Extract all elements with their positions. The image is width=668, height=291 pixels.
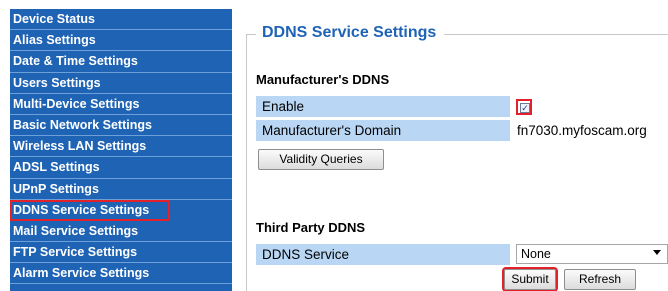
ddns-service-selected-value: None [521, 247, 551, 261]
fieldset-border [246, 34, 247, 291]
main-panel: DDNS Service Settings Manufacturer's DDN… [232, 0, 668, 291]
enable-checkbox-highlight[interactable]: ✓ [516, 99, 532, 115]
enable-checkbox[interactable]: ✓ [520, 103, 530, 113]
chevron-down-icon [653, 250, 661, 255]
sidebar-item-wireless-lan-settings[interactable]: Wireless LAN Settings [10, 136, 232, 158]
sidebar-menu: Device Status Alias Settings Date & Time… [10, 9, 232, 291]
enable-label-cell: Enable [256, 96, 510, 118]
sidebar-item-date-time-settings[interactable]: Date & Time Settings [10, 51, 232, 73]
sidebar-item-multi-device-settings[interactable]: Multi-Device Settings [10, 94, 232, 115]
sidebar-item-users-settings[interactable]: Users Settings [10, 73, 232, 94]
manufacturer-domain-text: fn7030.myfoscam.org [517, 123, 647, 138]
validity-queries-button[interactable]: Validity Queries [258, 149, 384, 170]
sidebar-item-ddns-service-settings[interactable]: DDNS Service Settings [10, 199, 170, 221]
sidebar-item-upnp-settings[interactable]: UPnP Settings [10, 179, 232, 200]
manufacturer-domain-label: Manufacturer's Domain [262, 123, 402, 138]
sidebar-item-basic-network-settings[interactable]: Basic Network Settings [10, 115, 232, 137]
sidebar-item-device-status[interactable]: Device Status [10, 9, 232, 31]
ddns-service-select[interactable]: None [516, 244, 668, 264]
manufacturer-ddns-heading: Manufacturer's DDNS [256, 72, 390, 87]
sidebar-item-alarm-service-settings[interactable]: Alarm Service Settings [10, 263, 232, 285]
sidebar-item-ftp-service-settings[interactable]: FTP Service Settings [10, 242, 232, 264]
fieldset-border [444, 34, 668, 35]
page-title: DDNS Service Settings [262, 24, 437, 41]
enable-label: Enable [262, 99, 305, 114]
submit-button[interactable]: Submit [502, 267, 558, 291]
sidebar-item-adsl-settings[interactable]: ADSL Settings [10, 157, 232, 179]
refresh-button[interactable]: Refresh [564, 269, 636, 290]
enable-row: Enable ✓ [256, 96, 668, 118]
ddns-service-label: DDNS Service [262, 247, 350, 262]
third-party-ddns-heading: Third Party DDNS [256, 220, 366, 235]
manufacturer-domain-value: fn7030.myfoscam.org [512, 120, 668, 142]
sidebar-item-mail-service-settings[interactable]: Mail Service Settings [10, 221, 232, 243]
sidebar-item-alias-settings[interactable]: Alias Settings [10, 30, 232, 52]
ddns-settings-page: Device Status Alias Settings Date & Time… [0, 0, 668, 291]
manufacturer-domain-row: Manufacturer's Domain fn7030.myfoscam.or… [256, 120, 668, 142]
manufacturer-domain-label-cell: Manufacturer's Domain [256, 120, 510, 142]
fieldset-border [246, 34, 256, 35]
ddns-service-label-cell: DDNS Service [256, 244, 510, 266]
